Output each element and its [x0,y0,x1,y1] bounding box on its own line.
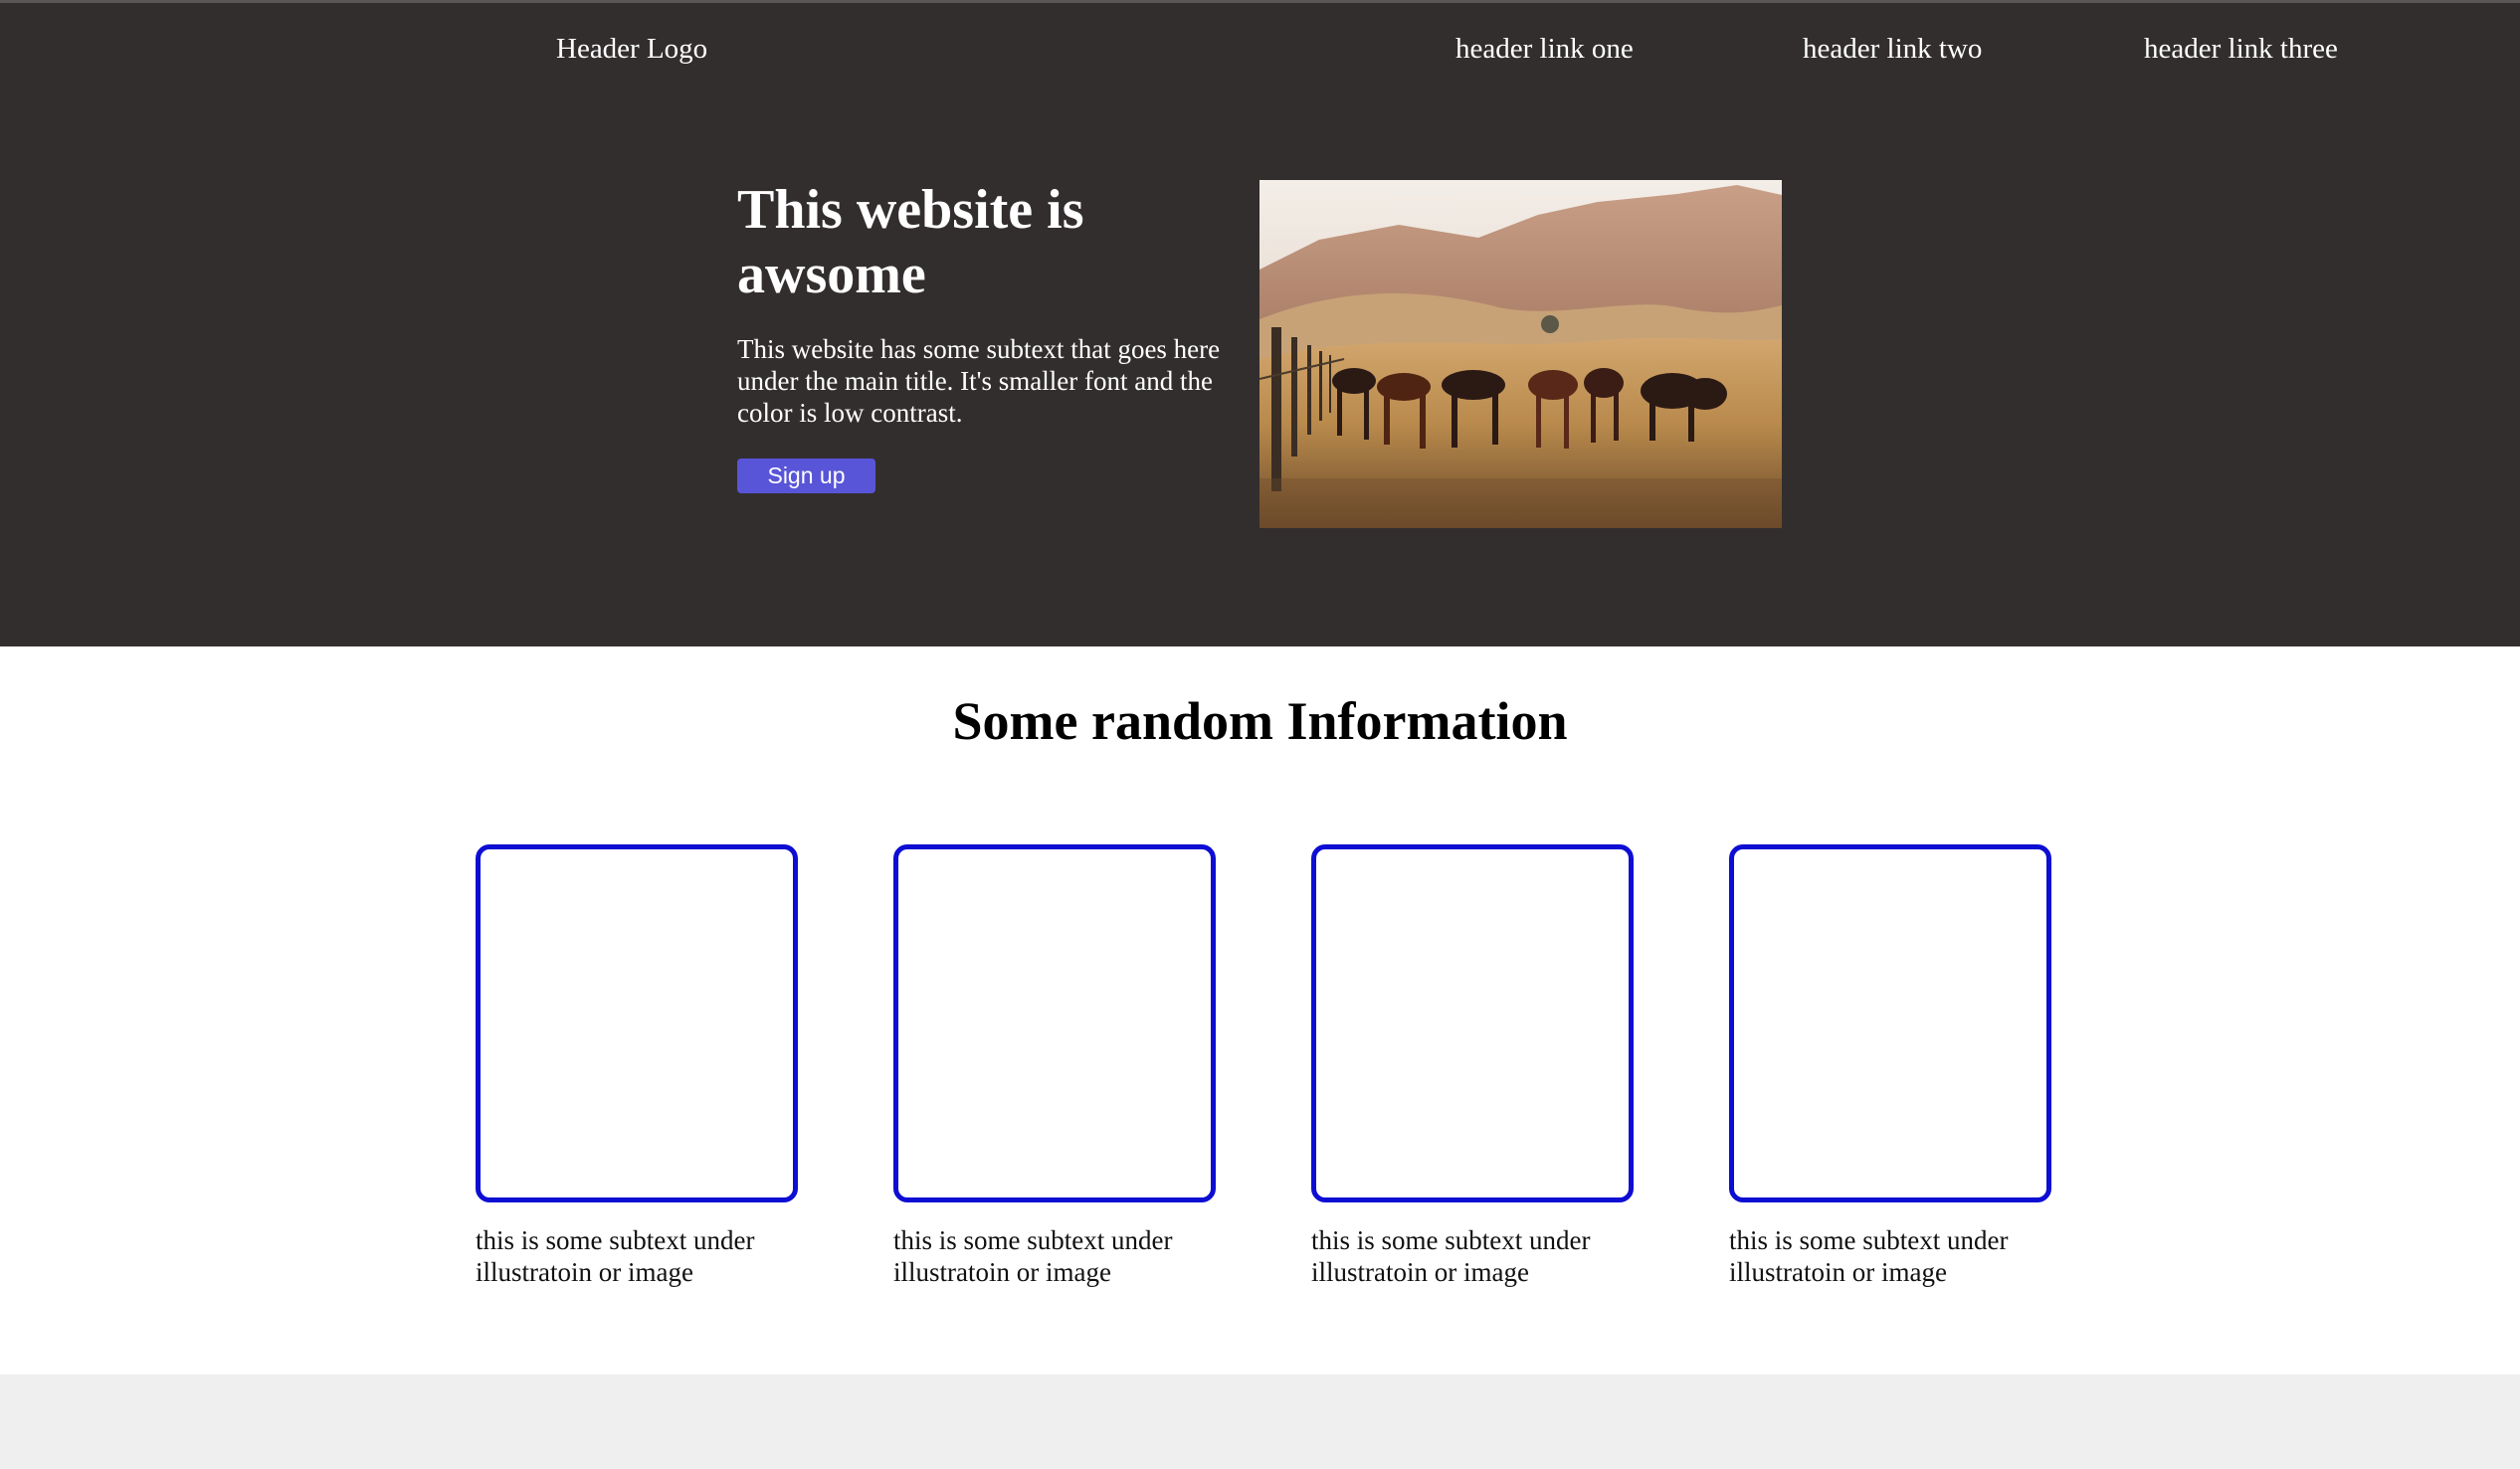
card-caption: this is some subtext under illustratoin … [476,1225,755,1287]
illustration-placeholder [1729,844,2051,1202]
illustration-placeholder [893,844,1216,1202]
hero-subtext: This website has some subtext that goes … [737,334,1221,428]
page: Header Logo header link one header link … [0,0,2520,1469]
card-caption: this is some subtext under illustratoin … [1729,1225,2009,1287]
header-logo[interactable]: Header Logo [556,29,707,69]
header-link-three[interactable]: header link three [2144,29,2338,69]
card-caption: this is some subtext under illustratoin … [1311,1225,1591,1287]
card-caption: this is some subtext under illustratoin … [893,1225,1173,1287]
info-card: this is some subtext under illustratoin … [476,844,798,1288]
hero-title: This website is awsome [737,179,1084,305]
header-link-one[interactable]: header link one [1455,29,1634,69]
illustration-placeholder [476,844,798,1202]
header-link-two[interactable]: header link two [1803,29,1982,69]
illustration-placeholder [1311,844,1634,1202]
section-title: Some random Information [952,691,1568,751]
info-card: this is some subtext under illustratoin … [1311,844,1634,1288]
info-card: this is some subtext under illustratoin … [893,844,1216,1288]
footer [0,1375,2520,1469]
sign-up-button[interactable]: Sign up [737,459,875,493]
hero-horses-image [1260,180,1782,528]
site-header: Header Logo header link one header link … [0,0,2520,646]
info-card: this is some subtext under illustratoin … [1729,844,2051,1288]
